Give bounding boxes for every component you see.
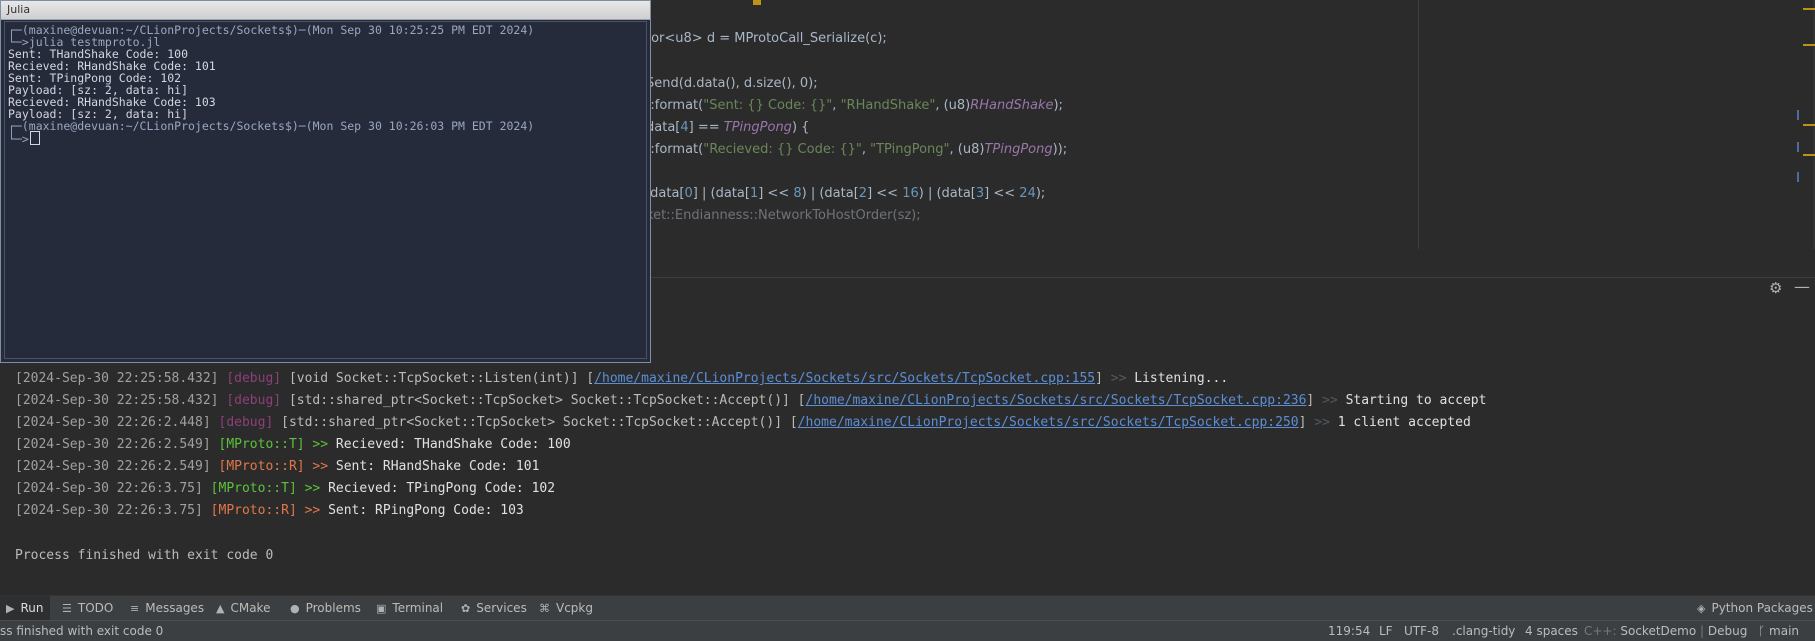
vcpkg-icon: ⌘ xyxy=(539,602,550,615)
code-line: data[0] | (data[1] << 8) | (data[2] << 1… xyxy=(646,186,1046,201)
package-icon: ◈ xyxy=(1697,602,1706,615)
problems-icon: ● xyxy=(290,602,300,615)
branch-icon: ᚴ xyxy=(1758,624,1766,638)
console-line: [2024-Sep-30 22:26:3.75] [MProto::T] >> … xyxy=(15,481,556,496)
code-line: ::format("Sent: {} Code: {}", "RHandShak… xyxy=(646,98,1063,113)
caret-position[interactable]: 119:54 xyxy=(1328,621,1370,641)
linter-config[interactable]: .clang-tidy xyxy=(1452,621,1515,641)
console-line: [2024-Sep-30 22:26:2.549] [MProto::R] >>… xyxy=(15,459,540,474)
console-line: [2024-Sep-30 22:26:2.448] [debug] [std::… xyxy=(15,415,1471,430)
gutter-marker xyxy=(753,0,761,5)
cmake-icon: ▲ xyxy=(216,602,225,615)
code-line: ::format("Recieved: {} Code: {}", "TPing… xyxy=(646,142,1068,157)
source-link[interactable]: /home/maxine/CLionProjects/Sockets/src/S… xyxy=(806,393,1307,408)
console-line: [2024-Sep-30 22:26:2.549] [MProto::T] >>… xyxy=(15,437,571,452)
list-icon: ☰ xyxy=(62,602,72,615)
line-separator[interactable]: LF xyxy=(1379,621,1393,641)
tab-problems[interactable]: ● Problems xyxy=(290,596,361,621)
exit-message: Process finished with exit code 0 xyxy=(15,548,274,563)
services-icon: ✿ xyxy=(461,602,471,615)
status-bar: ss finished with exit code 0 119:54 LF U… xyxy=(0,620,1815,641)
gear-icon[interactable]: ⚙ xyxy=(1769,279,1782,297)
terminal-icon: ▣ xyxy=(376,602,387,615)
tab-python-packages[interactable]: ◈ Python Packages xyxy=(1697,596,1813,621)
editor-divider xyxy=(1418,0,1419,249)
code-line: ket::Endianness::NetworkToHostOrder(sz); xyxy=(646,208,921,223)
tab-services[interactable]: ✿ Services xyxy=(461,596,527,621)
play-icon: ▶ xyxy=(6,602,15,615)
console-line: [2024-Sep-30 22:25:58.432] [debug] [void… xyxy=(15,371,1229,386)
window-title[interactable]: Julia xyxy=(1,1,650,20)
source-link[interactable]: /home/maxine/CLionProjects/Sockets/src/S… xyxy=(594,371,1095,386)
tab-terminal[interactable]: ▣ Terminal xyxy=(376,596,443,621)
text-cursor xyxy=(29,131,40,145)
warning-marker[interactable] xyxy=(1803,44,1815,46)
messages-icon: ≡ xyxy=(130,602,140,615)
status-message[interactable]: ss finished with exit code 0 xyxy=(0,621,163,641)
tool-window-bar: ▶ Run ☰ TODO ≡ Messages ▲ CMake ● Problems ▣ T… xyxy=(0,595,1815,621)
indent-setting[interactable]: 4 spaces xyxy=(1525,621,1578,641)
change-marker[interactable] xyxy=(1797,142,1799,152)
change-marker[interactable] xyxy=(1797,172,1799,182)
warning-marker[interactable] xyxy=(1803,154,1815,156)
tab-cmake[interactable]: ▲ CMake xyxy=(216,596,270,621)
tab-run[interactable]: ▶ Run xyxy=(0,596,50,621)
console-line: [2024-Sep-30 22:26:3.75] [MProto::R] >> … xyxy=(15,503,524,518)
source-link[interactable]: /home/maxine/CLionProjects/Sockets/src/S… xyxy=(798,415,1299,430)
warning-marker[interactable] xyxy=(1803,8,1815,10)
code-line: data[4] == TPingPong) { xyxy=(646,120,810,135)
code-line: Send(d.data(), d.size(), 0); xyxy=(646,76,818,91)
terminal-line: ┌─(maxine@devuan:~/CLionProjects/Sockets… xyxy=(8,119,535,133)
terminal-window[interactable]: Julia ┌─(maxine@devuan:~/CLionProjects/S… xyxy=(0,0,651,363)
code-line: tor<u8> d = MProtoCall_Serialize(c); xyxy=(646,31,887,46)
file-encoding[interactable]: UTF-8 xyxy=(1404,621,1439,641)
change-marker[interactable] xyxy=(1797,110,1799,120)
tab-messages[interactable]: ≡ Messages xyxy=(130,596,204,621)
run-config[interactable]: C++: SocketDemo | Debug xyxy=(1584,621,1747,641)
terminal-prompt: └─> xyxy=(8,131,40,146)
warning-marker[interactable] xyxy=(1803,124,1815,126)
tab-todo[interactable]: ☰ TODO xyxy=(62,596,113,621)
terminal-output[interactable]: ┌─(maxine@devuan:~/CLionProjects/Sockets… xyxy=(4,21,647,359)
minimize-icon[interactable]: — xyxy=(1794,277,1810,296)
console-line: [2024-Sep-30 22:25:58.432] [debug] [std:… xyxy=(15,393,1487,408)
git-branch[interactable]: ᚴ main xyxy=(1758,621,1799,641)
tab-vcpkg[interactable]: ⌘ Vcpkg xyxy=(539,596,593,621)
